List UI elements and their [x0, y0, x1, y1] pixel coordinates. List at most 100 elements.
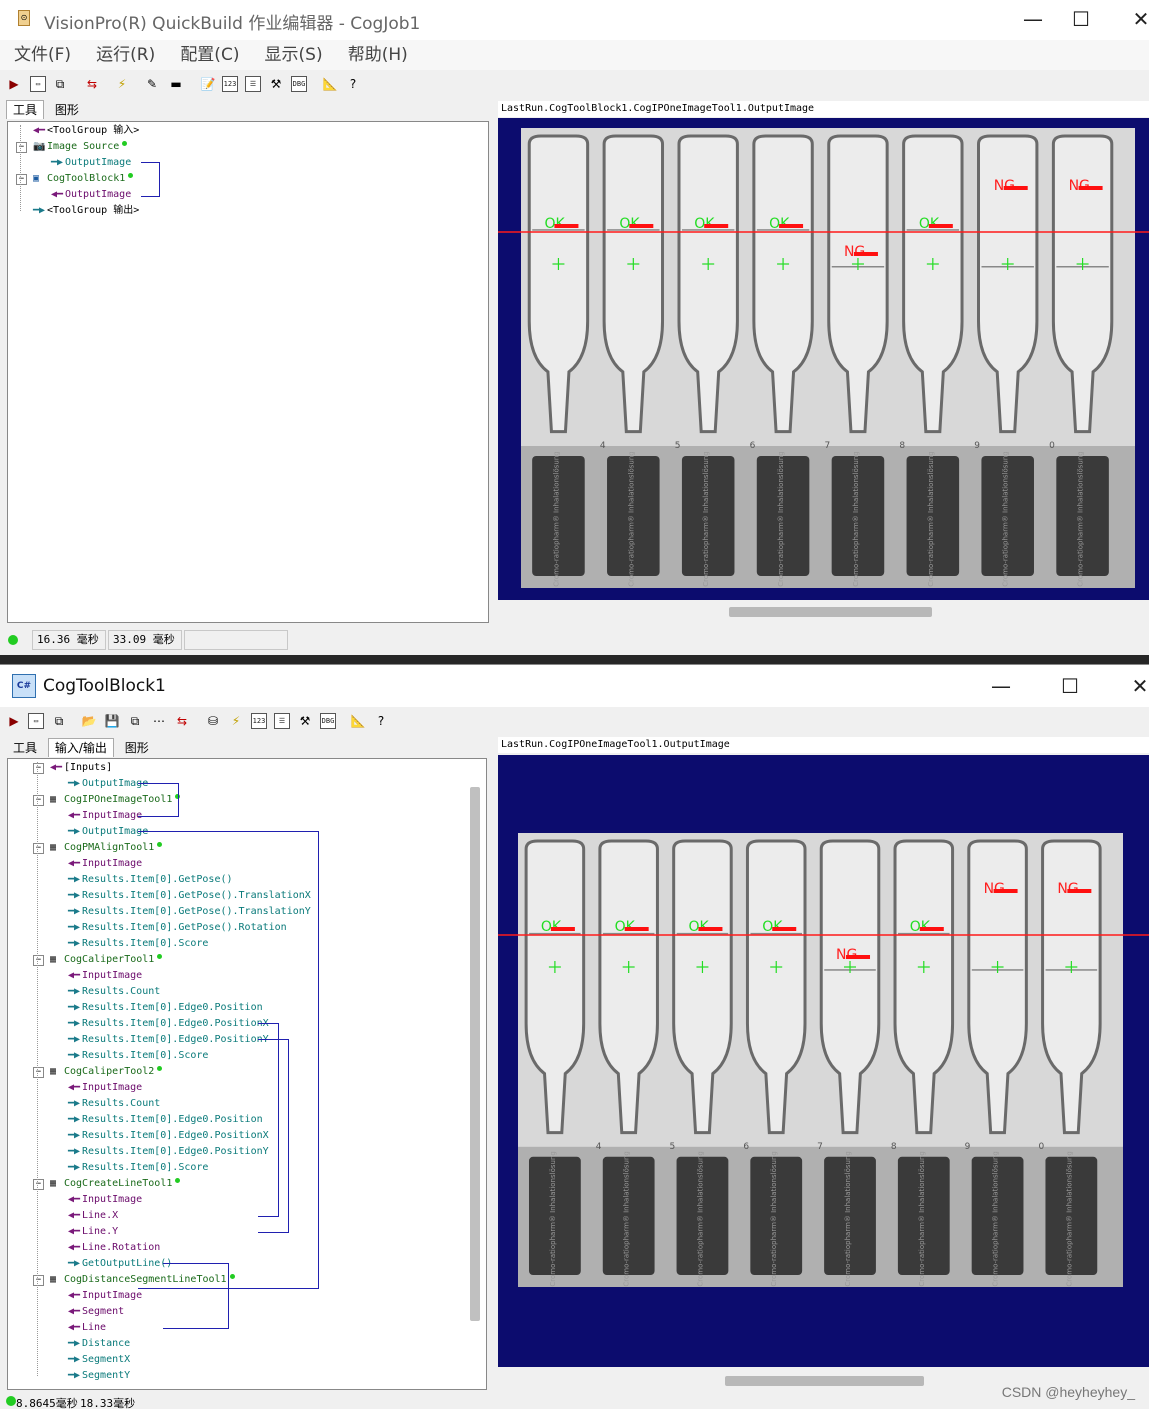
open-icon[interactable]: 📂: [81, 713, 97, 729]
reset-icon[interactable]: ⇆: [84, 76, 100, 92]
tool-tree: − ◀━ [Inputs] ━▶ OutputImage − ▦ CogIPOneImageT…: [7, 758, 487, 1390]
tree-terminal-node[interactable]: ━▶ SegmentX: [68, 1354, 130, 1366]
run-once-icon[interactable]: ▶: [6, 713, 22, 729]
ruler-icon[interactable]: 📐: [322, 76, 338, 92]
tree-tool-node[interactable]: 📷 Image Source: [33, 141, 128, 153]
tree-terminal-node[interactable]: ━▶ OutputImage: [68, 778, 148, 790]
toolblock-icon: C#: [12, 674, 36, 698]
form-icon[interactable]: ☰: [245, 76, 261, 92]
tree-terminal-node[interactable]: ━▶ OutputImage: [51, 157, 131, 169]
tools-icon[interactable]: ⚒: [268, 76, 284, 92]
output-arrow-icon: ━▶: [68, 874, 81, 885]
tree-expander[interactable]: −: [33, 1067, 44, 1078]
brush-icon[interactable]: ✎: [144, 76, 160, 92]
menu-file[interactable]: 文件(F): [14, 40, 71, 70]
input-arrow-icon: ◀━: [68, 858, 81, 869]
tab-tools[interactable]: 工具: [6, 100, 45, 119]
tree-expander[interactable]: −: [33, 763, 44, 774]
tab-graphics[interactable]: 图形: [48, 100, 86, 120]
save-icon[interactable]: 💾: [104, 713, 120, 729]
tree-terminal-node[interactable]: ◀━ InputImage: [68, 1082, 142, 1094]
image-horizontal-scrollbar[interactable]: [725, 1376, 924, 1386]
tree-terminal-node[interactable]: ◀━ OutputImage: [51, 189, 131, 201]
menu-run[interactable]: 运行(R): [96, 40, 155, 70]
maximize-button[interactable]: ☐: [1047, 667, 1093, 707]
tab-graphics[interactable]: 图形: [118, 738, 156, 758]
image-display-title: LastRun.CogToolBlock1.CogIPOneImageTool1…: [498, 101, 1149, 117]
edge-marker: [928, 224, 953, 228]
image-display[interactable]: Cromo-ratiopharm® InhalationslösungOKCro…: [498, 755, 1149, 1367]
close-button[interactable]: ✕: [1118, 0, 1149, 40]
tree-tool-node[interactable]: ━▶ <ToolGroup 输出>: [33, 205, 139, 217]
tree-terminal-node[interactable]: ◀━ Line.X: [68, 1210, 118, 1222]
ruler-icon[interactable]: 📐: [350, 713, 366, 729]
tool-layout-icon[interactable]: ⧉: [127, 713, 143, 729]
tree-node-label: SegmentY: [82, 1370, 131, 1381]
continuous-run-icon[interactable]: ▭: [28, 713, 44, 729]
tree-terminal-node[interactable]: ━▶ OutputImage: [68, 826, 148, 838]
help-icon[interactable]: ?: [373, 713, 389, 729]
title-bar: ⊙ VisionPro(R) QuickBuild 作业编辑器 - CogJob…: [0, 0, 1149, 40]
plug-icon[interactable]: ▬: [168, 76, 184, 92]
tree-terminal-node[interactable]: ━▶ SegmentY: [68, 1370, 130, 1382]
tree-expander[interactable]: −: [33, 795, 44, 806]
close-button[interactable]: ✕: [1117, 667, 1149, 707]
dots-icon[interactable]: ⋯: [151, 713, 167, 729]
vial-number: 9: [965, 1142, 971, 1152]
tree-terminal-node[interactable]: ◀━ InputImage: [68, 810, 142, 822]
copy-icon[interactable]: ⧉: [52, 76, 68, 92]
debug-icon[interactable]: DBG: [291, 76, 307, 92]
tree-vertical-scrollbar[interactable]: [470, 787, 480, 1321]
form-icon[interactable]: ☰: [274, 713, 290, 729]
tree-expander[interactable]: −: [33, 1275, 44, 1286]
image-horizontal-scrollbar[interactable]: [729, 607, 932, 617]
minimize-button[interactable]: —: [1010, 0, 1056, 40]
vial-number: 4: [596, 1142, 602, 1152]
tree-expander[interactable]: −: [33, 1179, 44, 1190]
output-arrow-icon: ━▶: [68, 922, 81, 933]
total-run-time: 33.09 毫秒: [108, 630, 182, 650]
link-connector: [138, 831, 319, 1289]
menu-view[interactable]: 显示(S): [265, 40, 323, 70]
tree-terminal-node[interactable]: ◀━ Line.Y: [68, 1226, 118, 1238]
tree-terminal-node[interactable]: ◀━ InputImage: [68, 1290, 142, 1302]
numeric-icon[interactable]: 123: [222, 76, 238, 92]
help-icon[interactable]: ?: [345, 76, 361, 92]
edit-icon[interactable]: 📝: [200, 76, 216, 92]
minimize-button[interactable]: —: [978, 667, 1024, 707]
continuous-run-icon[interactable]: ▭: [30, 76, 46, 92]
tree-node-label: Image Source: [47, 141, 120, 152]
tree-expander[interactable]: −: [16, 142, 27, 153]
tab-inputs-outputs[interactable]: 输入/输出: [47, 738, 114, 757]
run-once-icon[interactable]: ▶: [6, 76, 22, 92]
tree-tool-node[interactable]: ▣ CogToolBlock1: [33, 173, 134, 185]
tree-terminal-node[interactable]: ◀━ InputImage: [68, 970, 142, 982]
tab-tools[interactable]: 工具: [6, 738, 44, 758]
copy-icon[interactable]: ⧉: [51, 713, 67, 729]
numeric-icon[interactable]: 123: [251, 713, 267, 729]
tree-tool-node[interactable]: ◀━ <ToolGroup 输入>: [33, 125, 139, 137]
tree-expander[interactable]: −: [16, 174, 27, 185]
tree-terminal-node[interactable]: ◀━ Segment: [68, 1306, 124, 1318]
tree-expander[interactable]: −: [33, 843, 44, 854]
image-display[interactable]: Cromo-ratiopharm® InhalationslösungOKCro…: [498, 118, 1149, 600]
window-title: CogToolBlock1: [43, 676, 166, 696]
debug-icon[interactable]: DBG: [320, 713, 336, 729]
tree-tool-node[interactable]: ◀━ [Inputs]: [50, 762, 112, 774]
tree-terminal-node[interactable]: ━▶ Distance: [68, 1338, 130, 1350]
tools-icon[interactable]: ⚒: [297, 713, 313, 729]
tree-terminal-node[interactable]: ◀━ InputImage: [68, 1194, 142, 1206]
tree-terminal-node[interactable]: ◀━ Line: [68, 1322, 106, 1334]
menu-config[interactable]: 配置(C): [180, 40, 239, 70]
reset-icon[interactable]: ⇆: [174, 713, 190, 729]
maximize-button[interactable]: ☐: [1058, 0, 1104, 40]
tree-expander[interactable]: −: [33, 955, 44, 966]
database-icon[interactable]: ⛁: [205, 713, 221, 729]
show-icon[interactable]: ⚡: [114, 76, 130, 92]
show-icon[interactable]: ⚡: [228, 713, 244, 729]
menu-help[interactable]: 帮助(H): [348, 40, 408, 70]
vial-label-text: Cromo-ratiopharm® Inhalationslösung: [627, 451, 635, 586]
tree-terminal-node[interactable]: ◀━ InputImage: [68, 858, 142, 870]
vial-number: 7: [817, 1142, 823, 1152]
tree-node-label: InputImage: [82, 1290, 143, 1301]
